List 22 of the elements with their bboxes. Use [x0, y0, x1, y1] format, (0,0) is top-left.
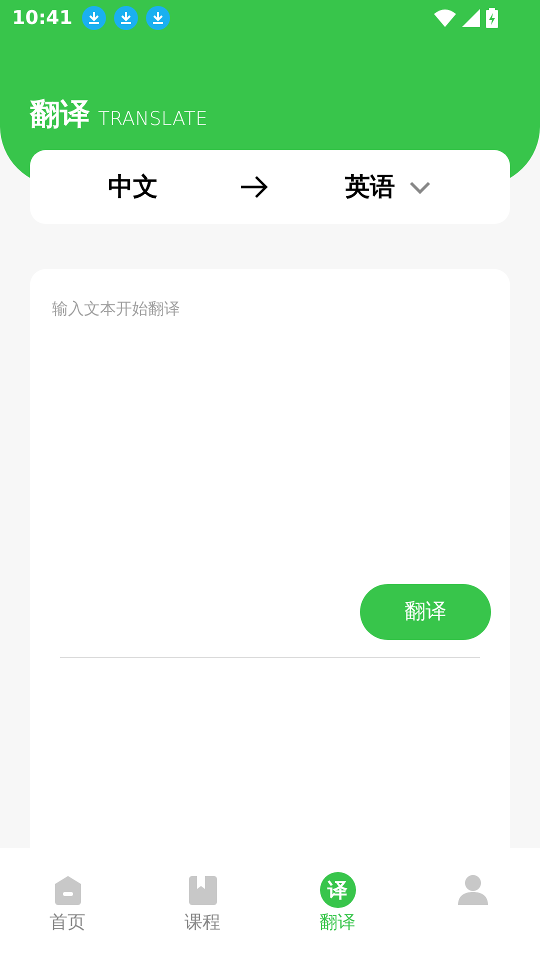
nav-tab[interactable]: 译 翻译 — [270, 848, 405, 960]
translate-icon: 译 — [320, 872, 356, 908]
download-icon — [82, 6, 106, 30]
nav-tab[interactable]: 课程 — [135, 848, 270, 960]
wifi-icon — [434, 9, 456, 27]
page-subtitle: TRANSLATE — [98, 110, 208, 129]
bookmark-book-icon — [188, 875, 218, 905]
status-time: 10:41 — [12, 6, 72, 31]
person-icon — [458, 874, 488, 906]
home-icon — [52, 875, 82, 905]
target-language-dropdown[interactable]: 英语 — [345, 168, 431, 206]
text-input-field[interactable]: 输入文本开始翻译 翻译 — [30, 269, 510, 848]
battery-icon — [486, 8, 498, 28]
translate-button[interactable]: 翻译 — [360, 584, 491, 640]
signal-icon — [462, 9, 480, 27]
source-language[interactable]: 中文 — [108, 168, 158, 206]
page-title: 翻译 — [30, 100, 90, 130]
download-icon — [114, 6, 138, 30]
arrow-right-icon — [240, 175, 268, 199]
nav-tab[interactable]: 首页 — [0, 848, 135, 960]
chevron-down-icon — [409, 180, 431, 194]
download-icon — [146, 6, 170, 30]
